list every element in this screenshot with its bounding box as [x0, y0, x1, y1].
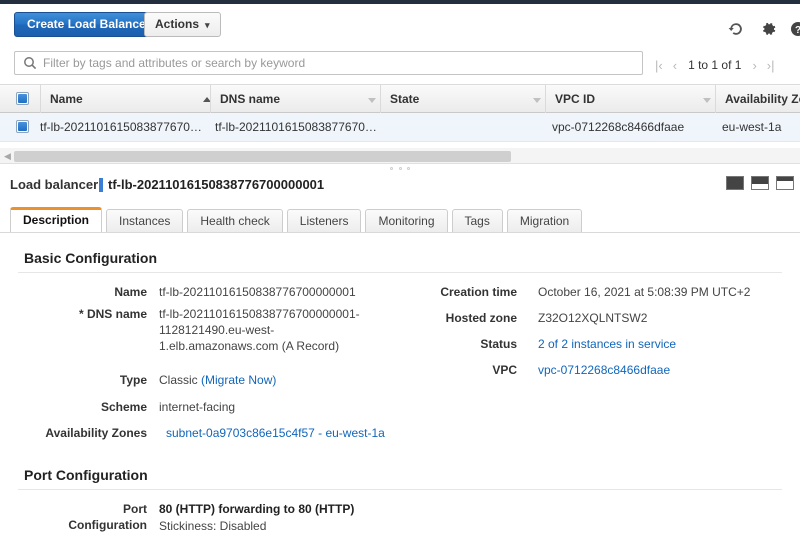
load-balancer-table: Name DNS name State VPC ID Availability … [0, 84, 800, 142]
value-creation-time: October 16, 2021 at 5:08:39 PM UTC+2 [538, 285, 751, 299]
label-type: Type [119, 373, 147, 387]
tabs-divider [0, 232, 800, 233]
label-status: Status [480, 337, 517, 351]
scrollbar-thumb[interactable] [14, 151, 511, 162]
label-scheme: Scheme [100, 400, 147, 414]
splitter-grip[interactable] [390, 167, 410, 170]
label-availability-zones: Availability Zones [45, 426, 147, 440]
column-header-vpc-id[interactable]: VPC ID [545, 85, 715, 114]
chevron-down-icon [533, 98, 541, 103]
select-all-checkbox[interactable] [16, 92, 29, 105]
search-input[interactable] [43, 52, 638, 74]
column-header-availability-zone[interactable]: Availability Zo [715, 85, 800, 114]
table-horizontal-scrollbar[interactable]: ◀ [0, 148, 800, 164]
sort-ascending-icon [203, 97, 210, 102]
pagination-last-button[interactable]: ›| [762, 58, 780, 73]
label-creation-time: Creation time [440, 285, 517, 299]
cell-availability-zone: eu-west-1a [722, 120, 782, 134]
pagination-prev-button[interactable]: ‹ [668, 58, 682, 73]
table-row[interactable]: tf-lb-2021101615083877670… tf-lb-2021101… [0, 113, 800, 142]
value-dns-name: tf-lb-20211016150838776700000001-1128121… [159, 307, 360, 353]
basic-configuration-divider [18, 272, 782, 273]
actions-button[interactable]: Actions ▾ [144, 12, 221, 37]
layout-split-bottom-icon[interactable] [751, 176, 769, 190]
basic-configuration-title: Basic Configuration [24, 250, 158, 266]
column-header-availability-zone-label: Availability Zo [725, 92, 800, 106]
aws-ec2-load-balancer-console: Create Load Balancer Actions ▾ ? [0, 0, 800, 537]
tab-listeners[interactable]: Listeners [286, 209, 362, 233]
table-header-row: Name DNS name State VPC ID Availability … [0, 84, 800, 114]
filter-row: |‹ ‹ 1 to 1 of 1 › ›| [0, 46, 800, 82]
detail-tabs: Description Instances Health check Liste… [10, 207, 586, 233]
cell-name: tf-lb-2021101615083877670… [40, 120, 202, 134]
label-port-configuration-line2: Configuration [68, 518, 147, 532]
tab-monitoring[interactable]: Monitoring [365, 209, 448, 233]
pagination-next-button[interactable]: › [747, 58, 761, 73]
column-header-dns-name-label: DNS name [220, 92, 281, 106]
column-header-name-label: Name [50, 92, 83, 106]
svg-text:?: ? [795, 25, 800, 36]
tab-instances[interactable]: Instances [106, 209, 184, 233]
search-icon [23, 56, 37, 73]
cell-dns-name: tf-lb-2021101615083877670… [215, 120, 377, 134]
cell-vpc-id: vpc-0712268c8466dfaae [552, 120, 685, 134]
detail-header: Load balancer: tf-lb-2021101615083877670… [0, 172, 800, 200]
actions-label: Actions [155, 17, 200, 31]
layout-split-top-icon[interactable] [776, 176, 794, 190]
port-configuration-title: Port Configuration [24, 467, 148, 483]
column-header-state[interactable]: State [380, 85, 545, 114]
column-header-dns-name[interactable]: DNS name [210, 85, 380, 114]
pagination-first-button[interactable]: |‹ [650, 58, 668, 73]
tab-description[interactable]: Description [10, 207, 103, 233]
cell-state [385, 113, 545, 142]
layout-full-icon[interactable] [726, 176, 744, 190]
value-hosted-zone: Z32O12XQLNTSW2 [538, 311, 648, 325]
value-availability-zones[interactable]: subnet-0a9703c86e15c4f57 - eu-west-1a [166, 425, 426, 441]
label-name: Name [114, 285, 147, 299]
detail-header-marker [99, 178, 103, 192]
detail-header-label: Load balancer: [10, 177, 103, 192]
chevron-down-icon [703, 98, 711, 103]
pagination: |‹ ‹ 1 to 1 of 1 › ›| [650, 56, 780, 74]
refresh-icon[interactable] [727, 20, 745, 41]
help-icon[interactable]: ? [789, 20, 800, 41]
chevron-down-icon [368, 98, 376, 103]
value-type-text: Classic [159, 373, 198, 387]
scroll-left-icon[interactable]: ◀ [4, 152, 11, 161]
label-dns-name: * DNS name [78, 307, 147, 321]
column-header-vpc-id-label: VPC ID [555, 92, 596, 106]
gear-icon[interactable] [760, 20, 778, 41]
panel-layout-toggles [726, 176, 794, 190]
label-port-configuration-line1: Port [123, 502, 147, 516]
row-select-checkbox[interactable] [16, 120, 29, 133]
value-stickiness: Stickiness: Disabled [159, 519, 267, 533]
tab-tags[interactable]: Tags [451, 209, 503, 233]
tab-health-check[interactable]: Health check [187, 209, 283, 233]
detail-header-name: tf-lb-20211016150838776700000001 [108, 177, 325, 192]
label-hosted-zone: Hosted zone [445, 311, 517, 325]
column-header-state-label: State [390, 92, 420, 106]
port-configuration-divider [18, 489, 782, 490]
column-header-name[interactable]: Name [40, 85, 210, 114]
value-vpc[interactable]: vpc-0712268c8466dfaae [538, 362, 793, 378]
create-load-balancer-label: Create Load Balancer [27, 17, 151, 31]
search-box[interactable] [14, 51, 643, 75]
pagination-count: 1 to 1 of 1 [688, 58, 742, 72]
migrate-now-link[interactable]: (Migrate Now) [201, 373, 276, 387]
value-status[interactable]: 2 of 2 instances in service [538, 336, 793, 352]
value-name: tf-lb-20211016150838776700000001 [159, 285, 356, 299]
value-scheme: internet-facing [159, 400, 236, 414]
create-load-balancer-button[interactable]: Create Load Balancer [14, 12, 164, 37]
value-port-forwarding: 80 (HTTP) forwarding to 80 (HTTP) [159, 502, 355, 516]
value-type: Classic (Migrate Now) [159, 372, 409, 388]
tab-migration[interactable]: Migration [506, 209, 583, 233]
label-vpc: VPC [492, 363, 517, 377]
chevron-down-icon: ▾ [205, 20, 210, 30]
toolbar: Create Load Balancer Actions ▾ ? [0, 4, 800, 44]
